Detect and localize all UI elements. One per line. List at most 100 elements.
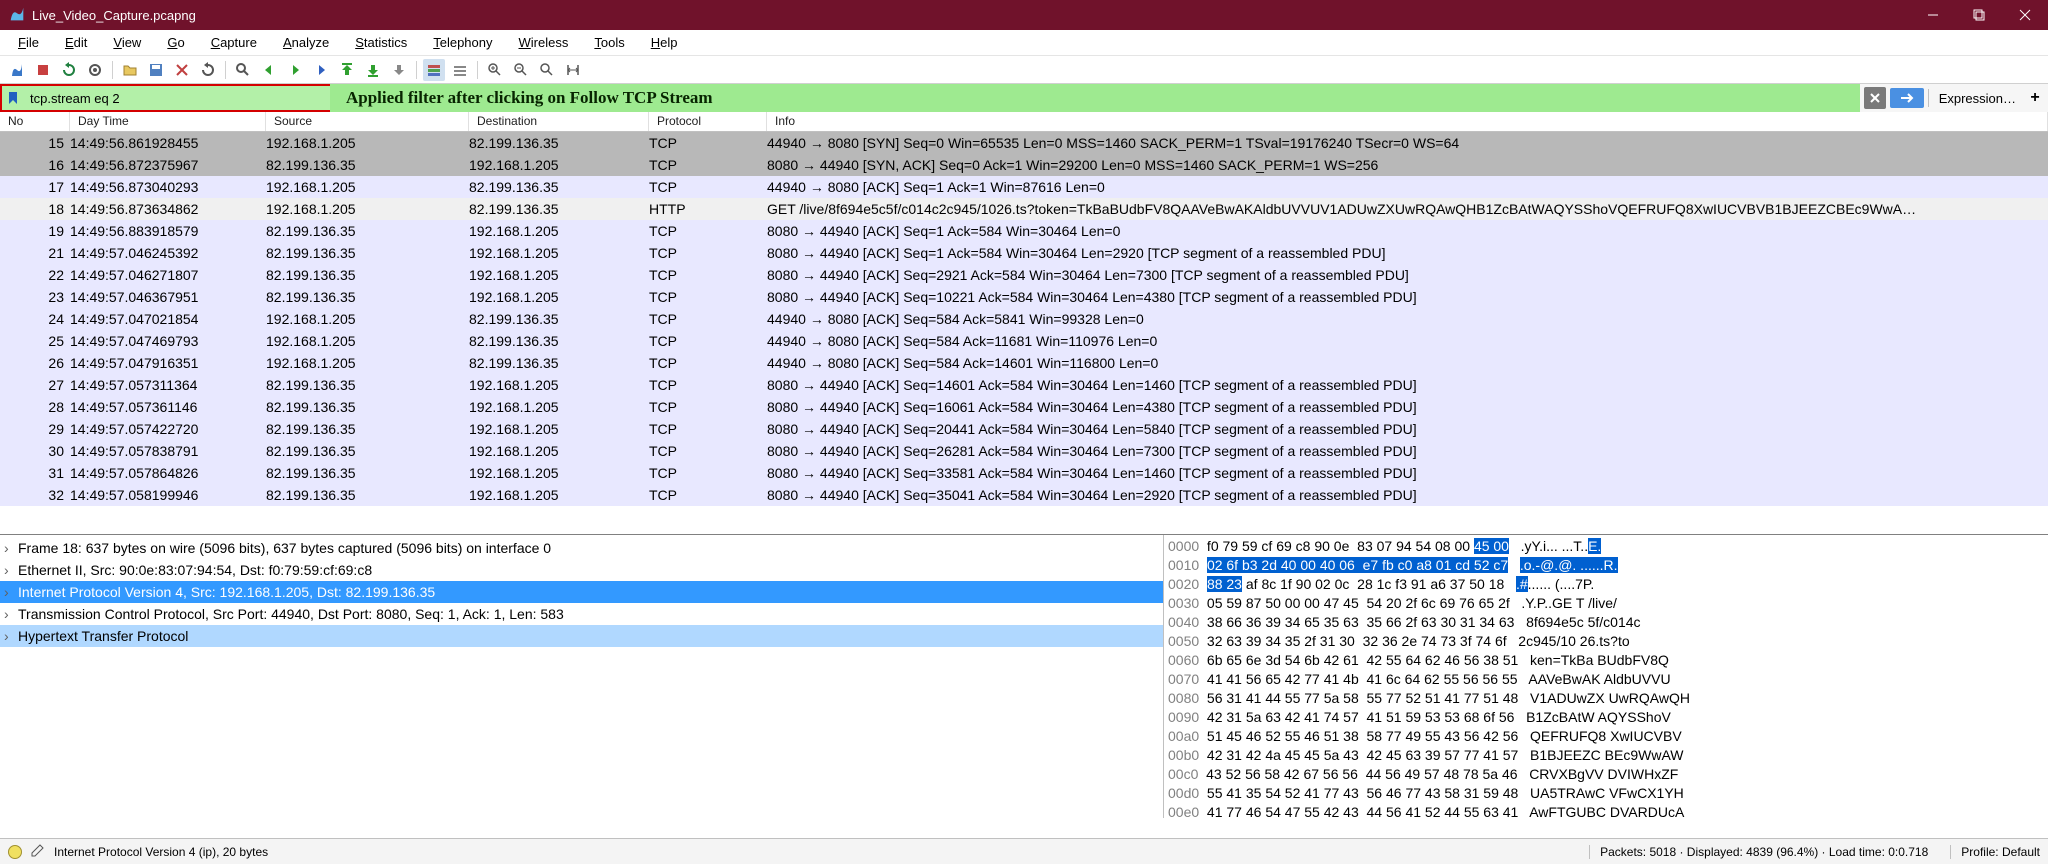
hex-row[interactable]: 0060 6b 65 6e 3d 54 6b 42 61 42 55 64 62… [1168,651,2044,670]
packet-row[interactable]: 2214:49:57.04627180782.199.136.35192.168… [0,264,2048,286]
menu-telephony[interactable]: Telephony [421,33,504,52]
app-title: Live_Video_Capture.pcapng [32,8,196,23]
menu-wireless[interactable]: Wireless [507,33,581,52]
packet-row[interactable]: 1714:49:56.873040293192.168.1.20582.199.… [0,176,2048,198]
app-icon [8,6,26,24]
packet-row[interactable]: 1514:49:56.861928455192.168.1.20582.199.… [0,132,2048,154]
detail-tree-item[interactable]: ›Ethernet II, Src: 90:0e:83:07:94:54, Ds… [0,559,1163,581]
menu-file[interactable]: File [6,33,51,52]
column-no[interactable]: No [0,112,70,131]
apply-filter-button[interactable] [1890,88,1924,108]
display-filter-input[interactable] [24,86,330,110]
packet-row[interactable]: 1614:49:56.87237596782.199.136.35192.168… [0,154,2048,176]
restart-capture-icon[interactable] [58,59,80,81]
expression-button[interactable]: Expression… [1933,91,2022,106]
menu-analyze[interactable]: Analyze [271,33,341,52]
go-forward-icon[interactable] [284,59,306,81]
packet-row[interactable]: 2714:49:57.05731136482.199.136.35192.168… [0,374,2048,396]
packet-list[interactable]: 1514:49:56.861928455192.168.1.20582.199.… [0,132,2048,534]
hex-row[interactable]: 0090 42 31 5a 63 42 41 74 57 41 51 59 53… [1168,708,2044,727]
toolbar-separator [416,61,417,79]
menu-view[interactable]: View [101,33,153,52]
column-day-time[interactable]: Day Time [70,112,266,131]
packet-row[interactable]: 2614:49:57.047916351192.168.1.20582.199.… [0,352,2048,374]
toolbar-separator [225,61,226,79]
zoom-in-icon[interactable] [484,59,506,81]
hex-row[interactable]: 0050 32 63 39 34 35 2f 31 30 32 36 2e 74… [1168,632,2044,651]
column-protocol[interactable]: Protocol [649,112,767,131]
clear-filter-button[interactable] [1864,87,1886,109]
hex-row[interactable]: 0010 02 6f b3 2d 40 00 40 06 e7 fb c0 a8… [1168,556,2044,575]
hex-row[interactable]: 00d0 55 41 35 54 52 41 77 43 56 46 77 43… [1168,784,2044,803]
close-file-icon[interactable] [171,59,193,81]
expert-info-led[interactable] [8,845,22,859]
status-profile[interactable]: Profile: Default [1950,845,2040,859]
packet-row[interactable]: 2514:49:57.047469793192.168.1.20582.199.… [0,330,2048,352]
find-packet-icon[interactable] [232,59,254,81]
open-file-icon[interactable] [119,59,141,81]
detail-tree-item[interactable]: ›Hypertext Transfer Protocol [0,625,1163,647]
menu-statistics[interactable]: Statistics [343,33,419,52]
edit-capture-comment-icon[interactable] [30,842,46,861]
menu-capture[interactable]: Capture [199,33,269,52]
detail-tree-item[interactable]: ›Transmission Control Protocol, Src Port… [0,603,1163,625]
stop-capture-icon[interactable] [32,59,54,81]
packet-row[interactable]: 2814:49:57.05736114682.199.136.35192.168… [0,396,2048,418]
menu-help[interactable]: Help [639,33,690,52]
column-source[interactable]: Source [266,112,469,131]
maximize-button[interactable] [1956,0,2002,30]
hex-row[interactable]: 0030 05 59 87 50 00 00 47 45 54 20 2f 6c… [1168,594,2044,613]
go-to-packet-icon[interactable] [310,59,332,81]
hex-row[interactable]: 0080 56 31 41 44 55 77 5a 58 55 77 52 51… [1168,689,2044,708]
hex-row[interactable]: 00c0 43 52 56 58 42 67 56 56 44 56 49 57… [1168,765,2044,784]
hex-row[interactable]: 0000 f0 79 59 cf 69 c8 90 0e 83 07 94 54… [1168,537,2044,556]
detail-tree-item[interactable]: ›Internet Protocol Version 4, Src: 192.1… [0,581,1163,603]
zoom-out-icon[interactable] [510,59,532,81]
menu-go[interactable]: Go [155,33,196,52]
go-last-icon[interactable] [362,59,384,81]
auto-scroll-live-icon[interactable] [449,59,471,81]
status-packet-counts: Packets: 5018 · Displayed: 4839 (96.4%) … [1589,845,1928,859]
packet-row[interactable]: 1814:49:56.873634862192.168.1.20582.199.… [0,198,2048,220]
packet-details-pane[interactable]: ›Frame 18: 637 bytes on wire (5096 bits)… [0,535,1164,818]
hex-row[interactable]: 0070 41 41 56 65 42 77 41 4b 41 6c 64 62… [1168,670,2044,689]
packet-row[interactable]: 2114:49:57.04624539282.199.136.35192.168… [0,242,2048,264]
hex-row[interactable]: 00e0 41 77 46 54 47 55 42 43 44 56 41 52… [1168,803,2044,818]
go-back-icon[interactable] [258,59,280,81]
resize-columns-icon[interactable] [562,59,584,81]
column-destination[interactable]: Destination [469,112,649,131]
hex-dump-pane[interactable]: 0000 f0 79 59 cf 69 c8 90 0e 83 07 94 54… [1164,535,2048,818]
column-info[interactable]: Info [767,112,2048,131]
go-first-icon[interactable] [336,59,358,81]
capture-options-icon[interactable] [84,59,106,81]
hex-row[interactable]: 00b0 42 31 42 4a 45 45 5a 43 42 45 63 39… [1168,746,2044,765]
filter-bar: Applied filter after clicking on Follow … [0,84,2048,112]
packet-row[interactable]: 1914:49:56.88391857982.199.136.35192.168… [0,220,2048,242]
detail-tree-item[interactable]: ›Frame 18: 637 bytes on wire (5096 bits)… [0,537,1163,559]
packet-row[interactable]: 2414:49:57.047021854192.168.1.20582.199.… [0,308,2048,330]
packet-list-header: No Day Time Source Destination Protocol … [0,112,2048,132]
menubar: FileEditViewGoCaptureAnalyzeStatisticsTe… [0,30,2048,56]
packet-row[interactable]: 3014:49:57.05783879182.199.136.35192.168… [0,440,2048,462]
bookmark-icon[interactable] [2,86,24,110]
zoom-reset-icon[interactable] [536,59,558,81]
packet-row[interactable]: 3214:49:57.05819994682.199.136.35192.168… [0,484,2048,506]
packet-row[interactable]: 2914:49:57.05742272082.199.136.35192.168… [0,418,2048,440]
hex-row[interactable]: 00a0 51 45 46 52 55 46 51 38 58 77 49 55… [1168,727,2044,746]
hex-row[interactable]: 0040 38 66 36 39 34 65 35 63 35 66 2f 63… [1168,613,2044,632]
save-file-icon[interactable] [145,59,167,81]
hex-row[interactable]: 0020 88 23 af 8c 1f 90 02 0c 28 1c f3 91… [1168,575,2044,594]
statusbar: Internet Protocol Version 4 (ip), 20 byt… [0,838,2048,864]
menu-tools[interactable]: Tools [582,33,636,52]
menu-edit[interactable]: Edit [53,33,99,52]
toolbar [0,56,2048,84]
auto-scroll-icon[interactable] [388,59,410,81]
packet-row[interactable]: 2314:49:57.04636795182.199.136.35192.168… [0,286,2048,308]
minimize-button[interactable] [1910,0,1956,30]
packet-row[interactable]: 3114:49:57.05786482682.199.136.35192.168… [0,462,2048,484]
reload-file-icon[interactable] [197,59,219,81]
close-button[interactable] [2002,0,2048,30]
add-filter-button[interactable]: + [2026,87,2044,109]
start-capture-icon[interactable] [6,59,28,81]
colorize-icon[interactable] [423,59,445,81]
